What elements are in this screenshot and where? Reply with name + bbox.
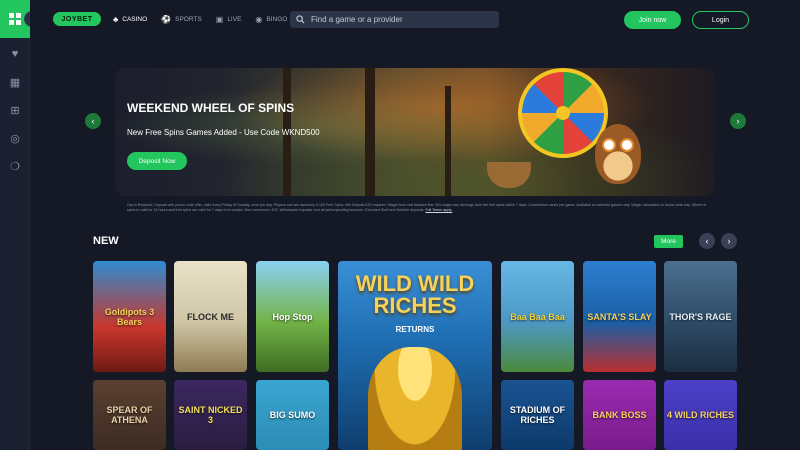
game-title: BANK BOSS [592,410,647,420]
terms-body: Opt-in Required. Deposit with promo code… [127,203,707,212]
sidebar-promotions-button[interactable]: ⊞ [0,98,30,122]
banner-prev-button[interactable]: ‹ [85,113,101,129]
sidebar-favorites-button[interactable]: ♥ [0,42,30,66]
game-tile[interactable]: Goldipots 3 Bears [93,261,166,372]
deposit-now-button[interactable]: Deposit Now [127,152,187,170]
promo-banner[interactable]: WEEKEND WHEEL OF SPINS New Free Spins Ga… [115,68,715,196]
sidebar-support-button[interactable]: ❍ [0,154,30,178]
logo[interactable]: JOYBET [53,12,101,26]
owl-image [595,124,641,184]
nav-live-label: LIVE [227,15,242,23]
game-title: 4 WILD RICHES [666,410,734,420]
game-title: SANTA'S SLAY [587,311,652,322]
club-icon: ♣ [113,14,119,24]
game-tile-featured[interactable]: WILD WILD RICHES RETURNS [338,261,492,450]
game-tile[interactable]: FLOCK ME [174,261,247,372]
game-title: WILD WILD RICHES [355,271,475,318]
slots-icon: ▦ [9,76,21,89]
more-button[interactable]: More [654,235,683,248]
banner-subtitle: New Free Spins Games Added - Use Code WK… [127,128,320,137]
game-title: FLOCK ME [187,311,234,322]
prize-wheel-image [518,68,608,158]
game-title: Hop Stop [272,311,313,322]
game-tile[interactable]: BIG SUMO [256,380,329,450]
nav-live[interactable]: ▣ LIVE [216,15,242,24]
nav-bingo[interactable]: ◉ BINGO [255,15,287,24]
game-title: Goldipots 3 Bears [104,306,155,327]
login-button[interactable]: Login [692,11,749,29]
search-icon [296,15,305,24]
section-title: NEW [93,235,119,247]
game-tile[interactable]: STADIUM OF RICHES [501,380,574,450]
nav-casino-label: CASINO [122,15,148,23]
game-title: SPEAR OF ATHENA [106,405,153,425]
chat-icon: ❍ [10,160,20,173]
chevron-right-icon: › [736,116,740,126]
nav-sports[interactable]: ⚽ SPORTS [161,15,202,24]
search-input[interactable] [311,15,491,24]
chevron-left-icon: ‹ [705,236,709,246]
game-title: THOR'S RAGE [669,311,732,322]
games-next-button[interactable]: › [721,233,737,249]
game-tile[interactable]: SPEAR OF ATHENA [93,380,166,450]
chevron-left-icon: ‹ [91,116,95,126]
games-prev-button[interactable]: ‹ [699,233,715,249]
game-title: SAINT NICKED 3 [178,405,243,425]
game-tile[interactable]: Baa Baa Baa [501,261,574,372]
game-tile[interactable]: 4 WILD RICHES [664,380,737,450]
terms-text: Opt-in Required. Deposit with promo code… [127,203,712,213]
sidebar-casino-button[interactable]: ◎ [0,126,30,150]
game-title: STADIUM OF RICHES [509,405,566,425]
live-icon: ▣ [215,14,224,24]
chip-icon: ◎ [10,132,20,145]
game-title: BIG SUMO [269,410,316,420]
banner-title: WEEKEND WHEEL OF SPINS [127,101,295,115]
game-tile[interactable]: Hop Stop [256,261,329,372]
game-tile[interactable]: THOR'S RAGE [664,261,737,372]
full-terms-link[interactable]: Full Terms apply. [425,208,452,212]
gift-icon: ⊞ [10,104,20,117]
search-bar [290,11,499,28]
game-tile[interactable]: SAINT NICKED 3 [174,380,247,450]
game-subtitle: RETURNS [395,325,435,334]
join-now-button[interactable]: Join now [624,11,681,29]
nav-casino[interactable]: ♣ CASINO [113,15,147,24]
game-tile[interactable]: SANTA'S SLAY [583,261,656,372]
bingo-icon: ◉ [255,14,263,24]
game-title: Baa Baa Baa [510,311,565,322]
heart-icon: ♥ [11,48,19,60]
sidebar: ♥ ▦ ⊞ ◎ ❍ [0,0,30,450]
pot-of-gold-image [368,347,462,450]
banner-next-button[interactable]: › [730,113,746,129]
chevron-right-icon: › [727,236,731,246]
grid-icon [9,13,21,25]
sidebar-slots-button[interactable]: ▦ [0,70,30,94]
nav-sports-label: SPORTS [175,15,202,23]
game-tile[interactable]: BANK BOSS [583,380,656,450]
ball-icon: ⚽ [161,14,172,24]
nav-bingo-label: BINGO [266,15,288,23]
